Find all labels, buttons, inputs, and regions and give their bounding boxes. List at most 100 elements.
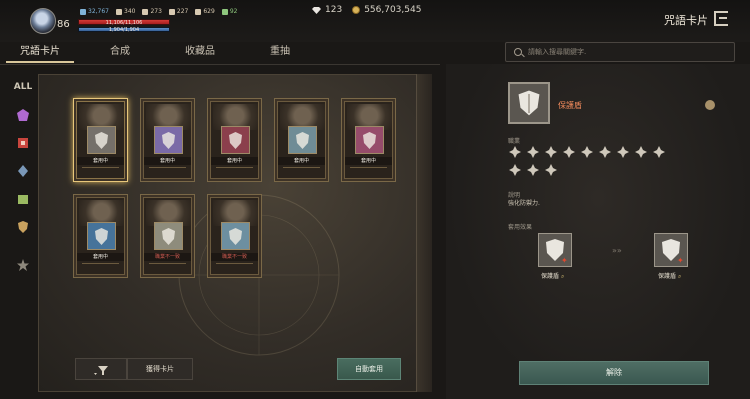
page-title: 咒語卡片	[664, 14, 708, 27]
card-status: 職業不一致	[144, 253, 191, 261]
sidebar-rune-blue[interactable]	[14, 162, 32, 180]
effect-to-card[interactable]: ✦	[654, 233, 688, 267]
description-text: 強化防禦力.	[508, 200, 540, 207]
character-level: 86	[57, 19, 70, 30]
card-status: 職業不一致	[211, 253, 258, 261]
shield-icon: ✦	[662, 239, 684, 265]
svg-text:✦: ✦	[561, 256, 568, 265]
sidebar-star-gray[interactable]	[14, 256, 32, 274]
unequip-button[interactable]: 解除	[519, 361, 709, 385]
search-icon[interactable]: ⌕	[678, 273, 681, 280]
class-label: 職業	[508, 138, 521, 145]
card-ornament	[283, 167, 320, 176]
spell-card[interactable]: 職業不一致	[207, 194, 262, 278]
spell-card[interactable]: 套用中	[341, 98, 396, 182]
stat-value: 227	[176, 8, 189, 15]
shield-icon	[517, 89, 541, 117]
get-cards-button[interactable]: 獲得卡片	[127, 358, 193, 380]
spell-card[interactable]: 套用中	[73, 194, 128, 278]
stat-value: 273	[150, 8, 162, 15]
sword-icon	[80, 8, 86, 15]
stat-item: 340	[116, 8, 135, 15]
effect-label: 套用效果	[508, 224, 533, 231]
scythe-icon	[544, 163, 557, 176]
search-icon[interactable]: ⌕	[561, 273, 564, 280]
gear-icon	[544, 145, 557, 158]
tab-redraw[interactable]: 重抽	[240, 42, 320, 64]
dagger-icon	[526, 163, 539, 176]
effect-from-card[interactable]: ✦	[538, 233, 572, 267]
tab-spell-cards[interactable]: 咒語卡片	[0, 42, 80, 64]
spell-card[interactable]: 職業不一致	[140, 194, 195, 278]
hp-bar: 11,106/11,106	[78, 19, 170, 26]
search-bar[interactable]: 請輸入搜尋關鍵字.	[505, 42, 735, 62]
shield-icon	[95, 132, 108, 149]
sidebar-shield-gold[interactable]	[14, 218, 32, 236]
card-ornament	[216, 263, 253, 272]
book-spine	[416, 74, 432, 392]
stat-value: 92	[229, 8, 238, 15]
card-art	[288, 126, 317, 154]
wings-icon	[162, 228, 175, 245]
card-ornament	[216, 167, 253, 176]
search-icon	[514, 48, 522, 56]
stat-value: 32,767	[88, 8, 109, 15]
search-input[interactable]: 請輸入搜尋關鍵字.	[528, 43, 586, 61]
sidebar-crest-green[interactable]	[14, 190, 32, 208]
orb-icon	[652, 145, 665, 158]
bow-icon	[562, 145, 575, 158]
stat-item: 227	[168, 8, 189, 15]
card-art	[221, 222, 250, 250]
wing-icon	[168, 8, 175, 15]
star-icon	[634, 145, 647, 158]
card-art	[154, 126, 183, 154]
tab-collection[interactable]: 收藏品	[160, 42, 240, 64]
avatar[interactable]	[30, 8, 56, 34]
flower-icon	[508, 163, 521, 176]
favorite-icon[interactable]	[705, 100, 715, 110]
spell-card[interactable]: 套用中	[207, 98, 262, 182]
card-art	[355, 126, 384, 154]
wind-icon	[162, 132, 175, 149]
card-art	[87, 222, 116, 250]
sidebar-all[interactable]: ALL	[14, 78, 32, 96]
rune-icon	[18, 165, 28, 177]
card-status: 套用中	[77, 157, 124, 165]
exit-icon[interactable]	[714, 11, 728, 26]
top-bar: 86 32,767 340 273 227 629 92 11,106/11,106 1,…	[0, 0, 750, 42]
spell-card[interactable]: 套用中	[140, 98, 195, 182]
burst-icon	[296, 132, 309, 149]
gold-amount: 556,703,545	[364, 5, 422, 15]
sidebar-emblem-red[interactable]	[14, 134, 32, 152]
crescent-icon	[363, 132, 376, 149]
stat-item: 273	[142, 8, 162, 15]
card-art	[221, 126, 250, 154]
effect-arrow: »»	[612, 246, 622, 255]
mp-bar: 1,904/1,904	[78, 27, 170, 33]
stat-item: 32,767	[80, 8, 109, 15]
spell-card[interactable]: 套用中	[73, 98, 128, 182]
hand-icon	[195, 8, 202, 15]
gem-icon	[17, 109, 29, 121]
shield-icon	[18, 221, 28, 233]
effect-from-name: 保護盾 ⌕	[541, 273, 565, 280]
stats-row: 32,767 340 273 227 629 92	[80, 8, 237, 15]
sidebar-gem-purple[interactable]	[14, 106, 32, 124]
tab-synthesis[interactable]: 合成	[80, 42, 160, 64]
card-status: 套用中	[77, 253, 124, 261]
wing-icon	[580, 145, 593, 158]
shield-icon: ✦	[546, 239, 568, 265]
filter-button[interactable]	[75, 358, 127, 380]
hp-text: 11,106/11,106	[105, 20, 143, 26]
stat-value: 629	[203, 8, 215, 15]
card-ornament	[82, 263, 119, 272]
filter-icon	[94, 366, 108, 375]
selected-card-name: 保護盾	[558, 101, 582, 110]
auto-equip-button[interactable]: 自動套用	[337, 358, 401, 380]
stat-value: 340	[124, 8, 136, 15]
spell-card[interactable]: 套用中	[274, 98, 329, 182]
card-status: 套用中	[278, 157, 325, 165]
spear-icon	[598, 145, 611, 158]
star-icon	[17, 259, 29, 271]
currency-display: 123 556,703,545	[312, 5, 421, 15]
